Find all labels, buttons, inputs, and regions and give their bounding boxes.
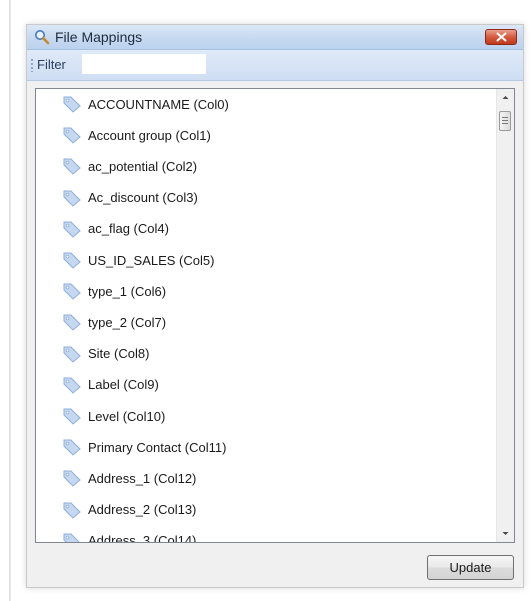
- mappings-list[interactable]: ACCOUNTNAME (Col0) Account group (Col1) ac…: [35, 88, 515, 543]
- mapping-item-label: Address_3 (Col14): [88, 533, 197, 542]
- mapping-item-label: Ac_discount (Col3): [88, 190, 198, 206]
- mapping-list-item[interactable]: Level (Col10): [62, 405, 165, 427]
- tag-icon: [62, 376, 82, 394]
- mapping-list-item[interactable]: US_ID_SALES (Col5): [62, 249, 214, 271]
- mapping-list-item[interactable]: Address_2 (Col13): [62, 499, 196, 521]
- mapping-list-item[interactable]: Ac_discount (Col3): [62, 187, 198, 209]
- mapping-list-item[interactable]: Primary Contact (Col11): [62, 436, 226, 458]
- filter-label: Filter: [37, 57, 66, 72]
- filter-input[interactable]: [82, 54, 206, 74]
- close-icon: [496, 32, 507, 42]
- scroll-up-button[interactable]: [497, 89, 514, 106]
- vertical-scrollbar[interactable]: [496, 89, 514, 542]
- mapping-item-label: US_ID_SALES (Col5): [88, 252, 215, 268]
- filter-toolbar: Filter: [27, 50, 523, 81]
- mapping-list-item[interactable]: Account group (Col1): [62, 124, 211, 146]
- mapping-item-label: ac_potential (Col2): [88, 158, 198, 174]
- mapping-item-label: Address_2 (Col13): [88, 502, 197, 518]
- thumb-grip-icon: [502, 117, 508, 125]
- mapping-item-label: ac_flag (Col4): [88, 221, 169, 237]
- mapping-list-item[interactable]: Address_3 (Col14): [62, 530, 196, 542]
- tag-icon: [62, 95, 82, 113]
- mapping-item-label: Site (Col8): [88, 346, 150, 362]
- tag-icon: [62, 438, 82, 456]
- chevron-down-icon: [502, 532, 509, 535]
- close-button[interactable]: [485, 29, 517, 45]
- screen-background: File Mappings Filter ACCOUNTNAME (Col0) A…: [0, 0, 531, 601]
- tag-icon: [62, 345, 82, 363]
- toolbar-grip-icon[interactable]: [31, 58, 33, 72]
- mapping-item-label: type_2 (Col7): [88, 314, 167, 330]
- mapping-list-item[interactable]: ACCOUNTNAME (Col0): [62, 93, 229, 115]
- mapping-list-item[interactable]: Address_1 (Col12): [62, 467, 196, 489]
- scroll-thumb[interactable]: [499, 111, 511, 131]
- tag-icon: [62, 313, 82, 332]
- mappings-list-items: ACCOUNTNAME (Col0) Account group (Col1) ac…: [36, 89, 497, 542]
- mapping-item-label: Level (Col10): [88, 408, 166, 424]
- mapping-item-label: Primary Contact (Col11): [88, 439, 227, 455]
- panel-titlebar: File Mappings: [27, 25, 523, 50]
- mapping-list-item[interactable]: Site (Col8): [62, 343, 149, 365]
- tag-icon: [62, 407, 82, 425]
- tag-icon: [62, 532, 82, 542]
- tag-icon: [62, 157, 82, 176]
- mapping-item-label: ACCOUNTNAME (Col0): [88, 96, 229, 112]
- mapping-list-item[interactable]: ac_flag (Col4): [62, 218, 169, 240]
- update-button[interactable]: Update: [427, 555, 514, 580]
- tag-icon: [62, 251, 82, 269]
- panel-title: File Mappings: [55, 29, 143, 45]
- mapping-list-item[interactable]: type_1 (Col6): [62, 280, 166, 302]
- tag-icon: [62, 126, 82, 144]
- mapping-list-item[interactable]: type_2 (Col7): [62, 311, 166, 333]
- mapping-item-label: Account group (Col1): [88, 127, 211, 143]
- search-icon: [34, 29, 50, 45]
- mapping-item-label: Label (Col9): [88, 377, 159, 393]
- chevron-up-icon: [502, 96, 509, 99]
- mapping-item-label: type_1 (Col6): [88, 283, 167, 299]
- scroll-down-button[interactable]: [497, 525, 514, 542]
- mapping-list-item[interactable]: ac_potential (Col2): [62, 155, 197, 177]
- mapping-item-label: Address_1 (Col12): [88, 470, 197, 486]
- file-mappings-panel: File Mappings Filter ACCOUNTNAME (Col0) A…: [26, 24, 524, 588]
- tag-icon: [62, 220, 82, 238]
- tag-icon: [62, 189, 82, 207]
- window-left-edge: [9, 0, 11, 601]
- tag-icon: [62, 282, 82, 300]
- mapping-list-item[interactable]: Label (Col9): [62, 374, 159, 396]
- tag-icon: [62, 501, 82, 519]
- tag-icon: [62, 469, 82, 488]
